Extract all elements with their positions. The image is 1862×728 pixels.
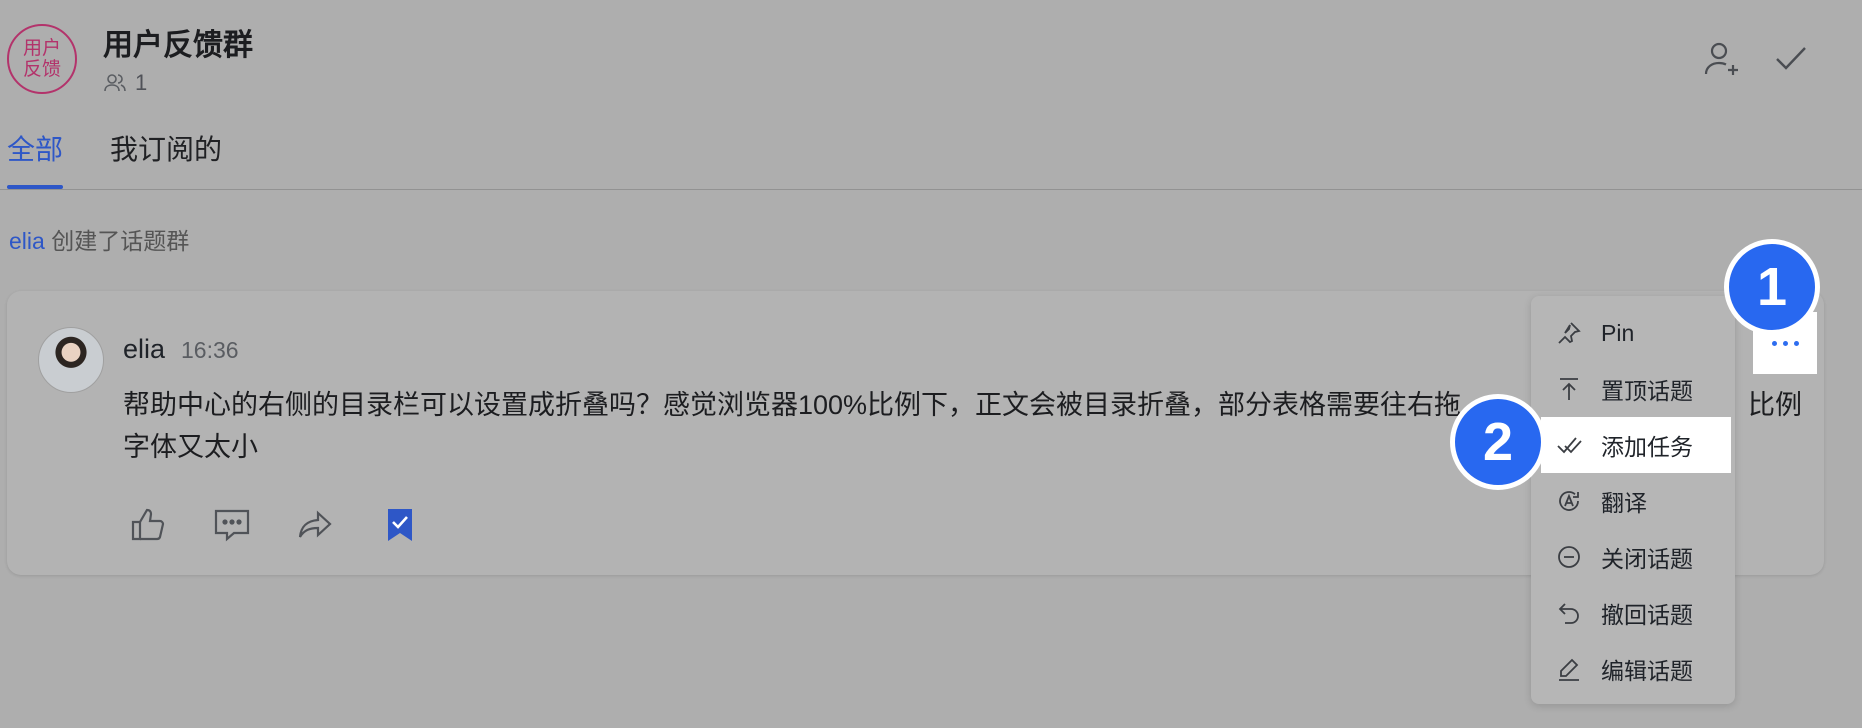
task-icon <box>1555 431 1583 459</box>
undo-icon <box>1555 599 1583 627</box>
share-icon[interactable] <box>296 505 336 545</box>
more-dot <box>1793 340 1799 346</box>
pin-icon <box>1555 319 1583 347</box>
menu-item-add-task[interactable]: 添加任务 <box>1541 417 1731 473</box>
system-message-actor[interactable]: elia <box>9 228 45 254</box>
system-message: elia 创建了话题群 <box>9 222 189 256</box>
avatar[interactable] <box>38 327 104 393</box>
message-time: 16:36 <box>181 337 239 363</box>
menu-item-pin-topic[interactable]: 置顶话题 <box>1531 361 1735 417</box>
menu-item-label: Pin <box>1601 319 1635 346</box>
tab-all[interactable]: 全部 <box>7 128 63 168</box>
tab-subscribed[interactable]: 我订阅的 <box>110 128 222 168</box>
group-avatar[interactable]: 用户 反馈 <box>7 24 77 94</box>
group-avatar-text-1: 用户 <box>22 38 61 59</box>
menu-item-close-topic[interactable]: 关闭话题 <box>1531 529 1735 585</box>
menu-item-label: 翻译 <box>1601 490 1647 516</box>
more-dot <box>1771 340 1777 346</box>
member-count[interactable]: 1 <box>103 70 147 96</box>
system-message-text: 创建了话题群 <box>51 228 190 254</box>
close-topic-icon <box>1555 543 1583 571</box>
menu-item-label: 编辑话题 <box>1601 658 1693 684</box>
bookmark-icon[interactable] <box>380 505 420 545</box>
menu-item-recall-topic[interactable]: 撤回话题 <box>1531 585 1735 641</box>
group-avatar-text-2: 反馈 <box>22 59 61 80</box>
member-count-value: 1 <box>135 70 148 95</box>
comment-icon[interactable] <box>212 505 252 545</box>
menu-item-label: 撤回话题 <box>1601 602 1693 628</box>
translate-icon <box>1555 487 1583 515</box>
menu-item-label: 置顶话题 <box>1601 378 1693 404</box>
more-dot <box>1782 340 1788 346</box>
edit-icon <box>1555 655 1583 683</box>
menu-item-pin[interactable]: Pin <box>1531 305 1735 361</box>
tab-divider <box>0 189 1862 190</box>
menu-item-label: 关闭话题 <box>1601 546 1693 572</box>
group-title: 用户反馈群 <box>103 29 253 62</box>
step-2-badge: 2 <box>1450 394 1546 490</box>
message-text-line1-tail: 比例 <box>1748 390 1802 420</box>
message-author[interactable]: elia <box>123 334 165 365</box>
step-1-badge: 1 <box>1724 239 1820 335</box>
menu-item-translate[interactable]: 翻译 <box>1531 473 1735 529</box>
check-icon[interactable] <box>1771 38 1811 78</box>
members-icon <box>104 74 126 92</box>
menu-item-label: 添加任务 <box>1601 434 1693 460</box>
menu-item-edit-topic[interactable]: 编辑话题 <box>1531 641 1735 697</box>
top-icon <box>1555 375 1583 403</box>
add-member-icon[interactable] <box>1702 38 1742 78</box>
like-icon[interactable] <box>128 505 168 545</box>
